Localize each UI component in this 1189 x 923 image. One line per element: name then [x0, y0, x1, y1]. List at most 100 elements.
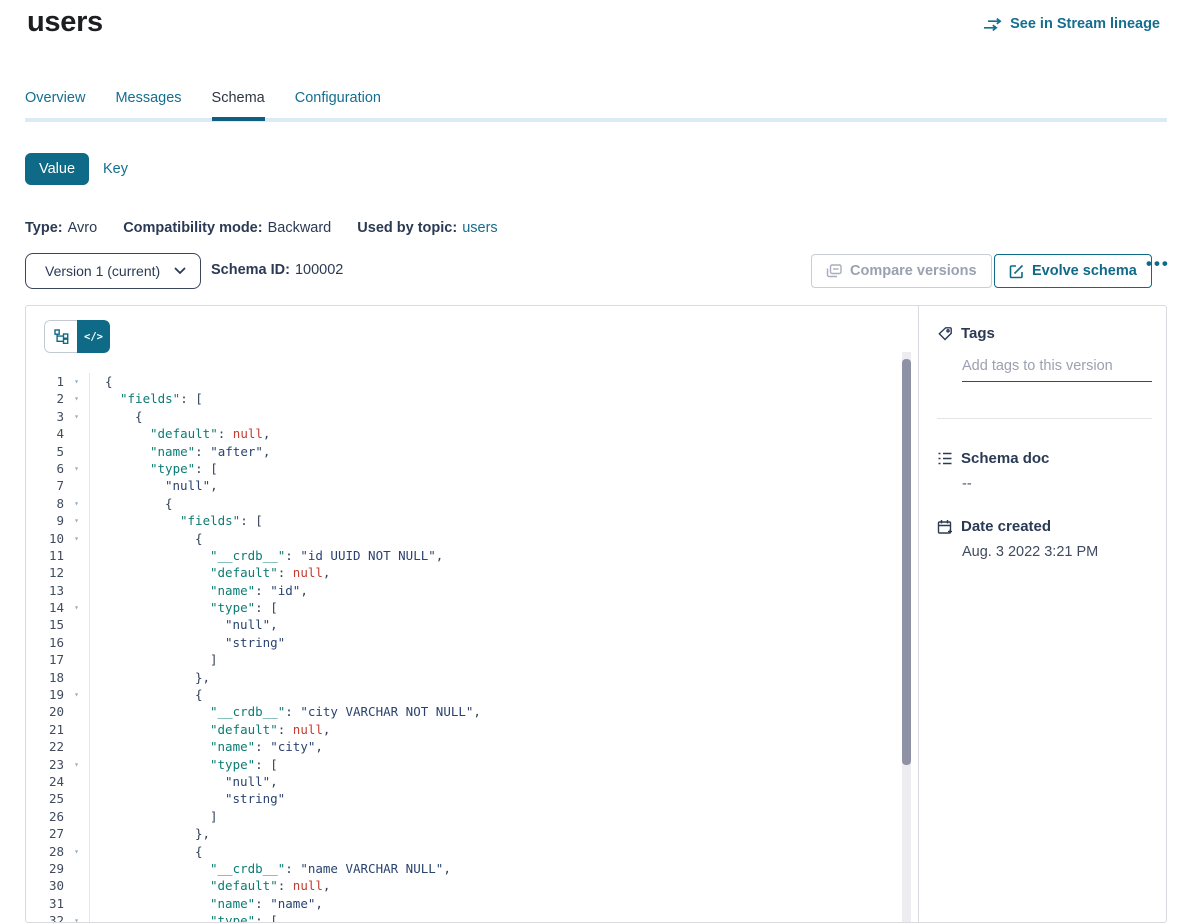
code-text: "default": null, — [89, 877, 330, 894]
code-line: 20"__crdb__": "city VARCHAR NOT NULL", — [26, 703, 902, 720]
fold-toggle-icon[interactable]: ▾ — [64, 599, 89, 616]
line-number: 30 — [26, 877, 64, 894]
code-text: { — [89, 530, 203, 547]
compare-versions-label: Compare versions — [850, 263, 977, 279]
code-text: "type": [ — [89, 912, 278, 922]
add-tags-input[interactable] — [962, 356, 1152, 382]
evolve-schema-label: Evolve schema — [1032, 263, 1137, 279]
tab-schema[interactable]: Schema — [212, 90, 265, 121]
line-number: 11 — [26, 547, 64, 564]
tab-overview[interactable]: Overview — [25, 90, 85, 121]
code-text: }, — [89, 669, 210, 686]
date-created-title: Date created — [961, 518, 1051, 535]
line-number: 21 — [26, 721, 64, 738]
fold-toggle-icon[interactable]: ▾ — [64, 495, 89, 512]
code-line: 8▾{ — [26, 495, 902, 512]
line-number: 1 — [26, 373, 64, 390]
fold-toggle-icon[interactable]: ▾ — [64, 390, 89, 407]
version-select[interactable]: Version 1 (current) — [25, 253, 201, 289]
code-text: { — [89, 495, 173, 512]
schema-doc-title: Schema doc — [961, 450, 1049, 467]
line-number: 23 — [26, 756, 64, 773]
schema-id: Schema ID: 100002 — [211, 262, 343, 278]
see-in-stream-lineage-link[interactable]: See in Stream lineage — [983, 16, 1160, 32]
code-lines: 1▾{2▾"fields": [3▾{4"default": null,5"na… — [26, 373, 902, 922]
fold-toggle-icon[interactable]: ▾ — [64, 460, 89, 477]
used-by-topic-label: Used by topic: — [357, 220, 457, 236]
fold-toggle-icon[interactable]: ▾ — [64, 843, 89, 860]
evolve-schema-button[interactable]: Evolve schema — [994, 254, 1152, 288]
code-text: "null", — [89, 616, 278, 633]
used-by-topic-link[interactable]: users — [462, 220, 497, 236]
line-number: 32 — [26, 912, 64, 922]
fold-spacer — [64, 808, 89, 825]
editor-scrollbar-track — [902, 352, 911, 922]
line-number: 19 — [26, 686, 64, 703]
more-options-button[interactable]: ••• — [1146, 254, 1170, 274]
code-text: { — [89, 373, 113, 390]
code-text: "default": null, — [89, 564, 330, 581]
fold-toggle-icon[interactable]: ▾ — [64, 530, 89, 547]
fold-spacer — [64, 669, 89, 686]
code-line: 26] — [26, 808, 902, 825]
value-toggle-button[interactable]: Value — [25, 153, 89, 185]
line-number: 10 — [26, 530, 64, 547]
fold-spacer — [64, 825, 89, 842]
code-text: { — [89, 686, 203, 703]
code-line: 6▾"type": [ — [26, 460, 902, 477]
fold-spacer — [64, 877, 89, 894]
tab-messages[interactable]: Messages — [115, 90, 181, 121]
code-text: "fields": [ — [89, 390, 203, 407]
code-line: 27}, — [26, 825, 902, 842]
fold-toggle-icon[interactable]: ▾ — [64, 373, 89, 390]
fold-toggle-icon[interactable]: ▾ — [64, 408, 89, 425]
code-line: 15 "null", — [26, 616, 902, 633]
fold-spacer — [64, 773, 89, 790]
code-line: 31"name": "name", — [26, 895, 902, 912]
editor-scrollbar-thumb[interactable] — [902, 359, 911, 765]
schema-doc-icon — [937, 451, 953, 466]
schema-editor[interactable]: </> 1▾{2▾"fields": [3▾{4"default": null,… — [26, 306, 918, 922]
date-created-value: Aug. 3 2022 3:21 PM — [962, 544, 1166, 560]
line-number: 6 — [26, 460, 64, 477]
tree-view-icon — [54, 329, 69, 344]
tree-view-button[interactable] — [44, 320, 77, 353]
code-line: 2▾"fields": [ — [26, 390, 902, 407]
fold-toggle-icon[interactable]: ▾ — [64, 686, 89, 703]
fold-spacer — [64, 721, 89, 738]
line-number: 22 — [26, 738, 64, 755]
key-toggle-link[interactable]: Key — [103, 161, 128, 177]
fold-spacer — [64, 564, 89, 581]
code-text: "type": [ — [89, 756, 278, 773]
line-number: 9 — [26, 512, 64, 529]
code-line: 13"name": "id", — [26, 582, 902, 599]
schema-id-label: Schema ID: — [211, 262, 290, 278]
chevron-down-icon — [174, 267, 186, 275]
code-line: 25"string" — [26, 790, 902, 807]
fold-toggle-icon[interactable]: ▾ — [64, 756, 89, 773]
compare-versions-icon — [826, 264, 842, 278]
code-text: "name": "after", — [89, 443, 270, 460]
line-number: 28 — [26, 843, 64, 860]
line-number: 16 — [26, 634, 64, 651]
schema-doc-value: -- — [962, 476, 1166, 492]
line-number: 15 — [26, 616, 64, 633]
line-number: 26 — [26, 808, 64, 825]
fold-spacer — [64, 651, 89, 668]
code-line: 32▾"type": [ — [26, 912, 902, 922]
sidebar-divider — [937, 418, 1152, 419]
code-text: "null", — [89, 477, 218, 494]
compare-versions-button[interactable]: Compare versions — [811, 254, 992, 288]
code-line: 17] — [26, 651, 902, 668]
version-select-value: Version 1 (current) — [45, 263, 160, 279]
stream-lineage-icon — [983, 18, 1003, 31]
code-view-button[interactable]: </> — [77, 320, 110, 353]
schema-id-value: 100002 — [295, 262, 343, 278]
code-line: 5"name": "after", — [26, 443, 902, 460]
fold-spacer — [64, 860, 89, 877]
fold-toggle-icon[interactable]: ▾ — [64, 512, 89, 529]
code-text: "string" — [89, 634, 285, 651]
tab-configuration[interactable]: Configuration — [295, 90, 381, 121]
compatibility-mode-label: Compatibility mode: — [123, 220, 262, 236]
fold-toggle-icon[interactable]: ▾ — [64, 912, 89, 922]
